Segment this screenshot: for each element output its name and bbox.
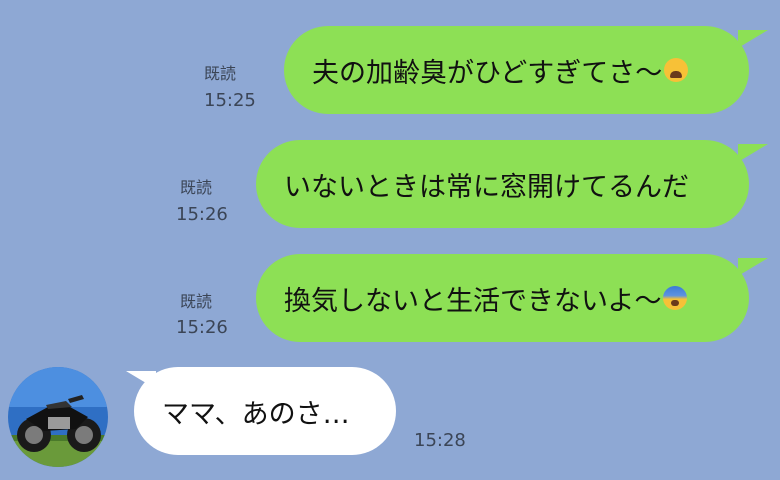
message-text: いないときは常に窓開けてるんだ <box>284 171 689 203</box>
message-bubble-outgoing[interactable]: 換気しないと生活できないよ〜 <box>256 254 749 342</box>
message-time: 15:25 <box>204 90 256 111</box>
read-receipt: 既読 <box>204 64 237 83</box>
motorcycle-avatar[interactable] <box>8 367 108 467</box>
message-bubble-outgoing[interactable]: いないときは常に窓開けてるんだ <box>256 140 749 228</box>
read-receipt: 既読 <box>180 178 213 197</box>
message-text: 夫の加齢臭がひどすぎてさ〜 <box>312 57 663 89</box>
weary-face-emoji <box>664 58 689 82</box>
anxious-face-with-sweat-emoji <box>663 286 688 310</box>
message-time: 15:26 <box>176 317 228 338</box>
message-bubble-incoming[interactable]: ママ、あのさ… <box>134 367 396 455</box>
message-text: ママ、あのさ… <box>162 398 350 430</box>
message-time: 15:28 <box>414 430 466 451</box>
message-time: 15:26 <box>176 204 228 225</box>
bubble-tail <box>738 30 768 48</box>
bubble-tail <box>738 144 768 162</box>
bubble-tail <box>738 258 768 276</box>
message-text: 換気しないと生活できないよ〜 <box>284 285 662 317</box>
read-receipt: 既読 <box>180 292 213 311</box>
message-bubble-outgoing[interactable]: 夫の加齢臭がひどすぎてさ〜 <box>284 26 749 114</box>
chat-area: 既読 15:25 夫の加齢臭がひどすぎてさ〜 既読 15:26 いないときは常に… <box>0 0 780 480</box>
